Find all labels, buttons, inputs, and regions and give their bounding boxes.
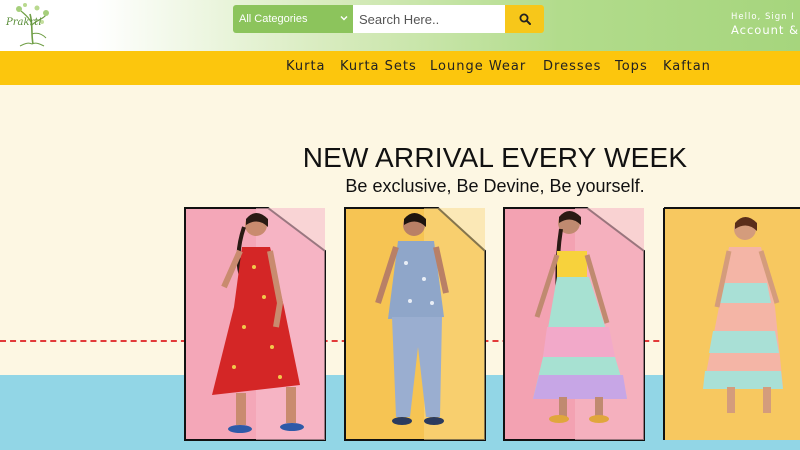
nav-item-tops[interactable]: Tops — [615, 59, 648, 74]
hero-headline: NEW ARRIVAL EVERY WEEK — [302, 142, 688, 173]
model-dress-image — [503, 207, 645, 441]
model-kurta-image — [184, 207, 326, 441]
nav-item-kurta[interactable]: Kurta — [286, 59, 326, 74]
model-kurta-set-image — [344, 207, 486, 441]
brand-logo[interactable]: Prakrti — [0, 0, 60, 48]
nav-item-kaftan[interactable]: Kaftan — [663, 59, 711, 74]
search-icon — [519, 13, 531, 25]
chevron-down-icon — [340, 16, 348, 21]
nav-item-kurta-sets[interactable]: Kurta Sets — [340, 59, 417, 74]
nav-item-lounge-wear[interactable]: Lounge Wear — [430, 59, 526, 74]
category-select[interactable]: All Categories — [233, 5, 353, 33]
logo-text: Prakrti — [6, 17, 42, 28]
header-bar: Prakrti All Categories Hello, Sign I Acc… — [0, 0, 800, 51]
product-card-top[interactable] — [663, 207, 800, 441]
product-card-kurta[interactable] — [184, 207, 326, 441]
category-select-value: All Categories — [239, 13, 308, 25]
main-nav: Kurta Kurta Sets Lounge Wear Dresses Top… — [0, 51, 800, 85]
account-link[interactable]: Hello, Sign I Account & — [731, 12, 799, 37]
product-card-kurta-set[interactable] — [344, 207, 486, 441]
model-top-image — [663, 207, 800, 440]
account-label: Account & — [731, 23, 800, 37]
product-card-dress[interactable] — [503, 207, 645, 441]
nav-item-dresses[interactable]: Dresses — [543, 59, 601, 74]
search-input[interactable] — [353, 5, 505, 33]
account-greeting: Hello, Sign I — [731, 12, 795, 22]
hero-subline: Be exclusive, Be Devine, Be yourself. — [345, 176, 645, 196]
search-button[interactable] — [505, 5, 544, 33]
